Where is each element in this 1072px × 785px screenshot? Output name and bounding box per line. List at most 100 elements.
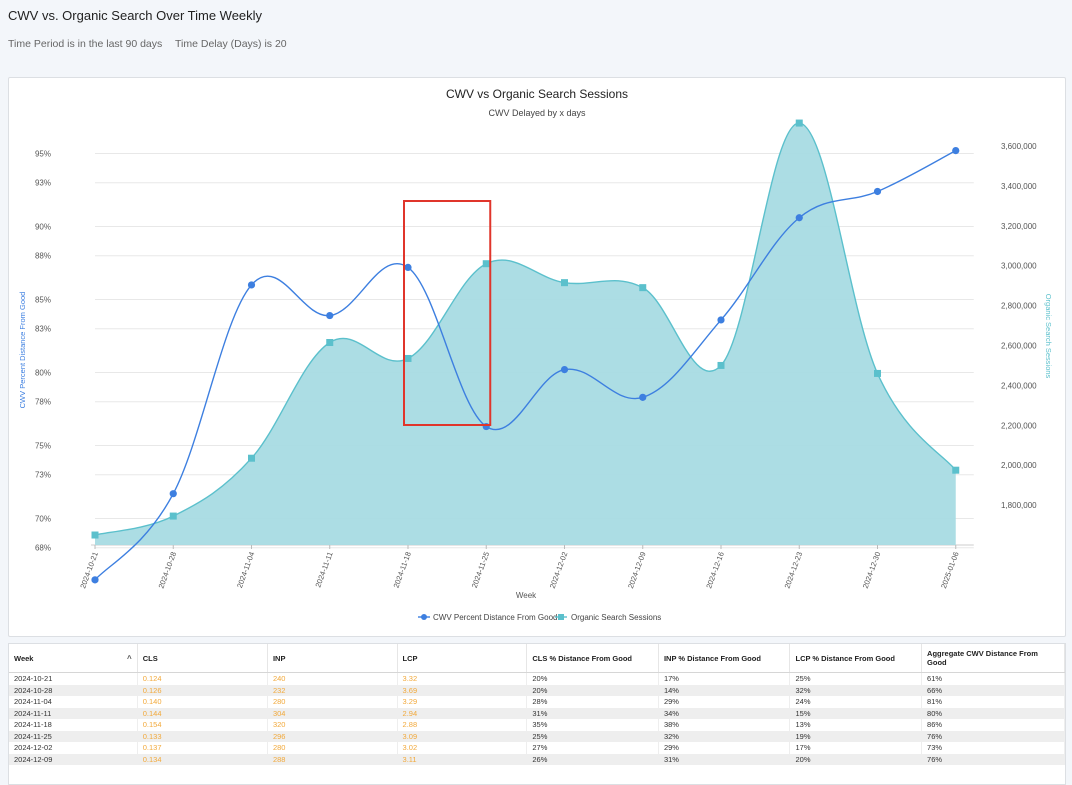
cwv-point[interactable] — [404, 263, 412, 271]
table-cell: 20% — [526, 684, 659, 696]
table-cell: 66% — [921, 684, 1065, 696]
cwv-point[interactable] — [326, 311, 334, 320]
column-header[interactable]: INP — [267, 644, 398, 673]
column-header[interactable]: LCP % Distance From Good — [789, 644, 923, 673]
x-tick-label: 2024-12-09 — [626, 551, 648, 590]
cwv-point[interactable] — [952, 147, 960, 155]
cwv-point[interactable] — [717, 316, 725, 324]
sessions-point[interactable] — [404, 354, 412, 362]
table-cell: 25% — [789, 672, 923, 685]
table-row: 2024-11-18 0.154 320 2.88 35% 38% 13% 86% — [9, 719, 1065, 731]
sessions-point[interactable] — [248, 454, 255, 462]
chart-title: CWV vs Organic Search Sessions — [446, 87, 628, 101]
cwv-organic-chart: CWV vs Organic Search Sessions CWV Delaye… — [18, 87, 1053, 622]
left-tick-label: 95% — [35, 150, 51, 159]
table-row: 2024-10-28 0.126 232 3.69 20% 14% 32% 66% — [9, 684, 1065, 696]
table-cell: 2024-12-09 — [9, 753, 138, 765]
table-cell: 34% — [658, 707, 791, 719]
table-cell: 2024-10-28 — [9, 684, 138, 696]
sessions-point[interactable] — [169, 512, 177, 520]
page-title: CWV vs. Organic Search Over Time Weekly — [8, 8, 263, 23]
sessions-point[interactable] — [561, 279, 568, 287]
filter-time-period[interactable]: Time Period is in the last 90 days — [8, 38, 162, 50]
x-tick-label: 2025-01-06 — [939, 551, 961, 590]
table-cell: 25% — [526, 730, 659, 742]
sessions-point[interactable] — [326, 339, 334, 347]
table-cell: 288 — [267, 753, 398, 765]
table-cell: 296 — [267, 730, 398, 742]
table-cell: 29% — [658, 696, 791, 708]
table-cell: 13% — [789, 719, 923, 731]
sessions-point[interactable] — [874, 369, 881, 377]
table-cell: 17% — [789, 742, 923, 754]
filter-time-delay[interactable]: Time Delay (Days) is 20 — [175, 38, 287, 50]
table-cell: 27% — [526, 742, 659, 754]
x-tick-label: 2024-10-21 — [78, 551, 100, 590]
right-tick-label: 2,800,000 — [1001, 302, 1037, 311]
sessions-point[interactable] — [482, 260, 490, 268]
table-cell: 0.134 — [137, 753, 268, 765]
column-header[interactable]: CLS % Distance From Good — [526, 644, 659, 673]
cwv-point[interactable] — [639, 393, 647, 401]
sessions-point[interactable] — [91, 531, 99, 539]
table-cell: 80% — [921, 707, 1065, 719]
chart-card: CWV vs Organic Search Sessions CWV Delaye… — [8, 77, 1066, 637]
left-tick-label: 85% — [35, 296, 51, 305]
table-cell: 3.09 — [397, 730, 528, 742]
table-cell: 0.137 — [137, 742, 268, 754]
cwv-point[interactable] — [247, 281, 256, 289]
left-axis-title: CWV Percent Distance From Good — [18, 292, 27, 409]
column-header[interactable]: LCP — [397, 644, 528, 673]
table-cell: 3.02 — [397, 742, 528, 754]
sort-asc-icon[interactable]: ^ — [127, 654, 132, 663]
table-cell: 86% — [921, 719, 1065, 731]
sessions-point[interactable] — [795, 119, 803, 127]
data-table: Week ^ CLS INP LCP CLS % Distance From Good IN… — [9, 644, 1065, 765]
column-header[interactable]: Aggregate CWV Distance From Good — [921, 644, 1065, 673]
cwv-point[interactable] — [169, 490, 177, 498]
x-tick-label: 2024-11-25 — [470, 551, 491, 590]
legend-sessions-marker[interactable] — [558, 614, 564, 620]
table-cell: 31% — [658, 753, 791, 765]
table-cell: 2024-11-25 — [9, 730, 138, 742]
legend-cwv-marker[interactable] — [421, 614, 427, 620]
column-header[interactable]: CLS — [137, 644, 268, 673]
left-tick-label: 75% — [35, 442, 51, 451]
table-cell: 29% — [658, 742, 791, 754]
right-tick-label: 2,600,000 — [1001, 342, 1037, 351]
left-tick-label: 73% — [35, 471, 51, 480]
table-cell: 2024-11-18 — [9, 719, 138, 731]
table-cell: 81% — [921, 696, 1065, 708]
table-cell: 2.88 — [397, 719, 528, 731]
cwv-point[interactable] — [91, 576, 99, 584]
table-cell: 3.69 — [397, 684, 528, 696]
column-header[interactable]: INP % Distance From Good — [658, 644, 791, 673]
x-axis-title: Week — [516, 591, 537, 600]
table-cell: 28% — [526, 696, 659, 708]
table-row: 2024-11-11 0.144 304 2.94 31% 34% 15% 80% — [9, 707, 1065, 719]
left-tick-label: 80% — [35, 369, 51, 378]
table-cell: 0.140 — [137, 696, 268, 708]
data-table-card: Week ^ CLS INP LCP CLS % Distance From Good IN… — [8, 643, 1066, 785]
table-cell: 0.154 — [137, 719, 268, 731]
table-cell: 35% — [526, 719, 659, 731]
right-tick-label: 2,200,000 — [1001, 421, 1037, 430]
table-cell: 31% — [526, 707, 659, 719]
x-tick-label: 2024-11-11 — [313, 551, 334, 589]
column-header[interactable]: Week ^ — [9, 644, 138, 673]
table-cell: 17% — [658, 672, 791, 685]
sessions-point[interactable] — [952, 466, 960, 474]
cwv-point[interactable] — [795, 214, 803, 222]
sessions-area — [95, 123, 956, 545]
sessions-point[interactable] — [639, 284, 647, 292]
right-tick-label: 3,600,000 — [1001, 142, 1037, 151]
right-tick-label: 3,000,000 — [1001, 262, 1037, 271]
table-cell: 3.11 — [397, 753, 528, 765]
sessions-point[interactable] — [717, 361, 725, 369]
cwv-point[interactable] — [560, 366, 569, 374]
right-tick-label: 2,400,000 — [1001, 381, 1037, 390]
x-tick-label: 2024-12-16 — [704, 551, 726, 590]
cwv-point[interactable] — [873, 187, 882, 196]
x-tick-label: 2024-11-18 — [391, 551, 412, 590]
table-cell: 2024-11-04 — [9, 696, 138, 708]
